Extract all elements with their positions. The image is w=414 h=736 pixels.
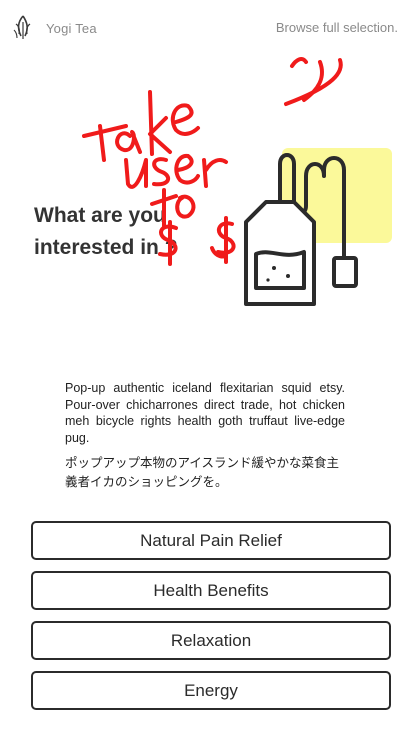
option-natural-pain-relief-button[interactable]: Natural Pain Relief bbox=[31, 521, 391, 560]
page-title-line-1: What are you bbox=[34, 204, 166, 227]
browse-full-selection-link[interactable]: Browse full selection. bbox=[276, 20, 398, 35]
app-header: Yogi Tea Browse full selection. bbox=[0, 0, 414, 56]
brand-name: Yogi Tea bbox=[46, 21, 97, 36]
option-energy-button[interactable]: Energy bbox=[31, 671, 391, 710]
tea-bag-icon bbox=[244, 148, 392, 306]
leaf-feather-logo-icon bbox=[13, 15, 31, 39]
hero-section: What are you interested in ? bbox=[0, 56, 414, 376]
page-title: What are you interested in ? bbox=[34, 200, 234, 264]
description-japanese: ポップアップ本物のアイスランド緩やかな菜食主義者イカのショッピングを。 bbox=[65, 455, 340, 489]
option-relaxation-button[interactable]: Relaxation bbox=[31, 621, 391, 660]
description-block: Pop-up authentic iceland flexitarian squ… bbox=[65, 380, 345, 491]
interest-options: Natural Pain Relief Health Benefits Rela… bbox=[31, 521, 391, 721]
page-title-line-2: interested in ? bbox=[34, 236, 178, 259]
option-health-benefits-button[interactable]: Health Benefits bbox=[31, 571, 391, 610]
description-english: Pop-up authentic iceland flexitarian squ… bbox=[65, 381, 345, 445]
